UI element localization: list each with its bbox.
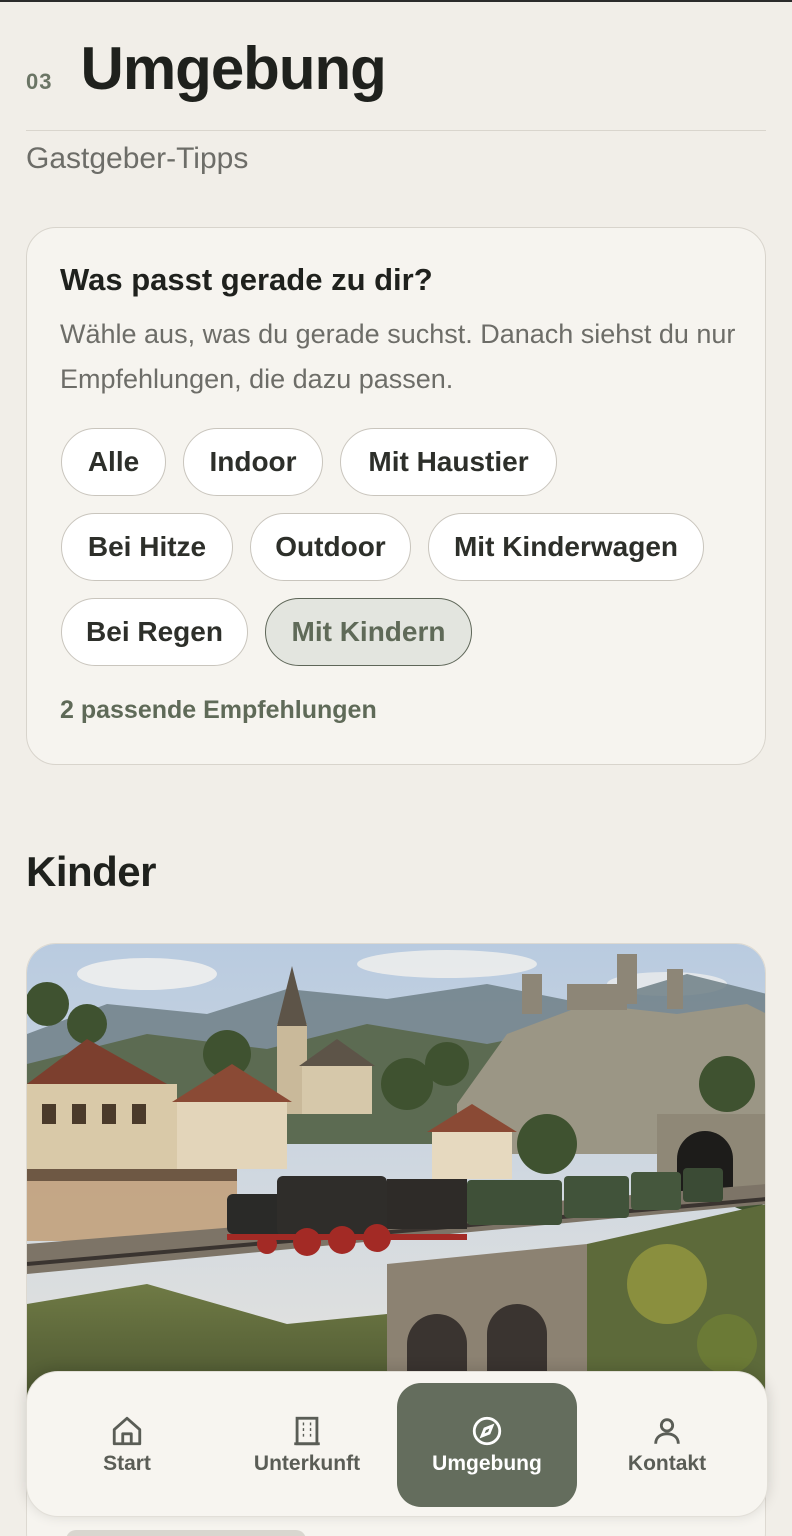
page: 03 Umgebung Gastgeber-Tipps Was passt ge…	[0, 2, 792, 1536]
filter-chip-mit-kinderwagen[interactable]: Mit Kinderwagen	[428, 513, 704, 581]
section-header: 03 Umgebung	[26, 34, 387, 103]
nav-item-kontakt[interactable]: Kontakt	[577, 1383, 757, 1507]
match-count: 2 passende Empfehlungen	[60, 696, 377, 724]
filter-card: Was passt gerade zu dir? Wähle aus, was …	[26, 227, 766, 765]
page-subtitle: Gastgeber-Tipps	[26, 142, 249, 175]
filter-question: Was passt gerade zu dir?	[60, 262, 433, 297]
nav-item-unterkunft[interactable]: Unterkunft	[217, 1383, 397, 1507]
page-title: Umgebung	[80, 35, 386, 102]
filter-chip-mit-kindern[interactable]: Mit Kindern	[265, 598, 472, 666]
filter-chip-indoor[interactable]: Indoor	[183, 428, 323, 496]
nav-label-kontakt: Kontakt	[627, 1452, 707, 1475]
card-chip-placeholder	[66, 1530, 306, 1536]
filter-description: Wähle aus, was du gerade suchst. Danach …	[60, 319, 736, 394]
nav-item-umgebung[interactable]: Umgebung	[397, 1383, 577, 1507]
filter-chip-mit-haustier[interactable]: Mit Haustier	[340, 428, 557, 496]
nav-label-unterkunft: Unterkunft	[253, 1452, 361, 1475]
section-number: 03	[26, 69, 53, 94]
category-heading: Kinder	[26, 848, 157, 895]
nav-label-start: Start	[103, 1452, 151, 1475]
building-icon	[294, 1416, 320, 1446]
filter-chip-outdoor[interactable]: Outdoor	[250, 513, 411, 581]
compass-icon	[472, 1416, 502, 1446]
bottom-navigation: Start Unterkunft Umgebung Kontakt	[26, 1371, 768, 1517]
filter-chip-bei-hitze[interactable]: Bei Hitze	[61, 513, 233, 581]
nav-label-umgebung: Umgebung	[432, 1452, 542, 1475]
header-divider	[26, 130, 766, 131]
person-icon	[654, 1418, 680, 1444]
filter-chip-bei-regen[interactable]: Bei Regen	[61, 598, 248, 666]
model-railway-photo	[27, 944, 765, 1404]
nav-item-start[interactable]: Start	[37, 1383, 217, 1507]
filter-chip-alle[interactable]: Alle	[61, 428, 166, 496]
home-icon	[112, 1416, 142, 1446]
